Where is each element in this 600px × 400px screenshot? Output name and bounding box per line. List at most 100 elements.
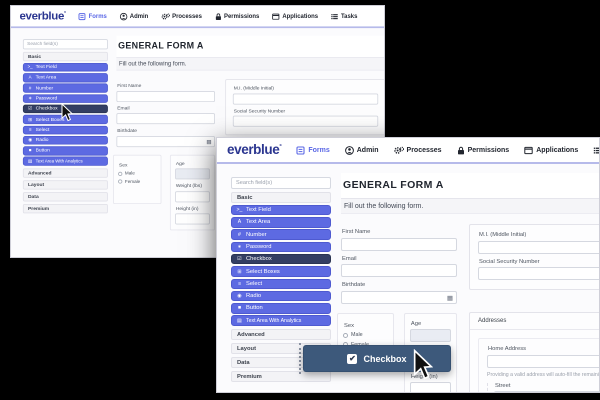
- radio-female-circle[interactable]: [118, 179, 123, 184]
- group-advanced[interactable]: Advanced: [22, 168, 108, 178]
- nav-item-processes[interactable]: Processes: [161, 12, 202, 20]
- field-button-select[interactable]: ≡ Select: [231, 278, 331, 290]
- form-column-left: First Name Email Birthdate ▦ Sex Male Fe…: [113, 79, 215, 257]
- ssn-input[interactable]: [478, 267, 599, 280]
- birthdate-label: Birthdate: [117, 128, 137, 134]
- form-title: GENERAL FORM A: [116, 35, 384, 58]
- identity-panel: M.I. (Middle Initial) Social Security Nu…: [469, 224, 599, 290]
- field-button-text-area[interactable]: A Text Area: [22, 73, 108, 83]
- first-name-input[interactable]: [341, 237, 457, 251]
- field-button-select-boxes[interactable]: ⊞ Select Boxes: [22, 115, 108, 124]
- checkbox-check-icon: ✔: [347, 353, 358, 364]
- field-button-password[interactable]: ∗ Password: [22, 94, 108, 104]
- group-advanced[interactable]: Advanced: [231, 328, 331, 340]
- birthdate-label: Birthdate: [342, 282, 366, 288]
- street-input[interactable]: [494, 391, 599, 392]
- dragged-checkbox-component[interactable]: ✔ Checkbox: [303, 345, 451, 372]
- logo-mark: °: [63, 11, 66, 17]
- field-button-text-area-analytics[interactable]: ▤ Text Area With Analytics: [22, 156, 108, 166]
- middle-initial-input[interactable]: [478, 240, 599, 254]
- nav-item-applications[interactable]: Applications: [272, 12, 318, 20]
- field-button-checkbox[interactable]: ☑ Checkbox: [22, 104, 108, 114]
- checkbox-icon: ☑: [28, 106, 33, 112]
- group-data[interactable]: Data: [22, 192, 108, 202]
- field-button-text-field[interactable]: >_ Text Field: [231, 204, 331, 216]
- address-subfields: Street Zipcode: [487, 382, 599, 392]
- birthdate-input[interactable]: ▦: [116, 135, 215, 147]
- group-basic[interactable]: Basic: [231, 192, 331, 203]
- nav-item-tasks[interactable]: Tasks: [331, 12, 357, 20]
- nav-item-permissions[interactable]: Permissions: [457, 146, 509, 155]
- group-premium[interactable]: Premium: [231, 370, 331, 382]
- radio-icon: ◉: [237, 293, 242, 300]
- field-button-select-boxes[interactable]: ⊞ Select Boxes: [231, 266, 331, 277]
- field-button-text-area[interactable]: A Text Area: [231, 217, 331, 228]
- first-name-label: First Name: [117, 83, 142, 89]
- form-subtitle: Fill out the following form.: [341, 199, 599, 214]
- middle-initial-label: M.I. (Middle Initial): [479, 232, 527, 238]
- tasks-icon: [331, 12, 339, 20]
- nav-item-tasks[interactable]: Tasks: [593, 146, 599, 155]
- calendar-icon[interactable]: ▦: [206, 139, 211, 145]
- group-layout[interactable]: Layout: [22, 180, 108, 190]
- form-title: GENERAL FORM A: [341, 173, 599, 199]
- field-button-button[interactable]: ■ Button: [22, 146, 108, 156]
- height-label: Height (in): [175, 206, 199, 212]
- nav-item-admin[interactable]: Admin: [344, 145, 379, 155]
- group-premium[interactable]: Premium: [22, 204, 108, 214]
- field-button-number[interactable]: # Number: [231, 229, 331, 240]
- birthdate-input[interactable]: ▦: [341, 290, 457, 304]
- group-basic[interactable]: Basic: [22, 51, 108, 62]
- age-weight-height-fieldset: Age Weight (lbs) Height (in): [169, 154, 215, 231]
- field-button-text-area-analytics[interactable]: ▤ Text Area With Analytics: [231, 315, 331, 326]
- logo[interactable]: everblue°: [20, 10, 67, 21]
- nav-item-forms[interactable]: Forms: [78, 12, 107, 20]
- age-input[interactable]: [174, 168, 210, 180]
- field-button-radio[interactable]: ◉ Radio: [22, 135, 108, 145]
- field-button-checkbox[interactable]: ☑ Checkbox: [231, 253, 331, 265]
- logo[interactable]: everblue°: [227, 143, 282, 157]
- nav-item-admin[interactable]: Admin: [119, 12, 148, 20]
- select-boxes-icon: ⊞: [237, 268, 242, 275]
- text-field-icon: >_: [27, 64, 33, 70]
- radio-male[interactable]: Male: [118, 171, 156, 176]
- field-button-text-field[interactable]: >_ Text Field: [22, 62, 108, 72]
- height-input[interactable]: [409, 382, 451, 392]
- height-input[interactable]: [174, 213, 210, 225]
- nav-item-applications[interactable]: Applications: [524, 146, 578, 155]
- text-area-icon: A: [28, 75, 32, 81]
- desktop-background: everblue° Forms Admin Processes Permissi…: [0, 0, 600, 400]
- field-button-button[interactable]: ■ Button: [231, 303, 331, 314]
- age-input[interactable]: [409, 329, 451, 342]
- calendar-icon[interactable]: ▦: [447, 294, 453, 302]
- ssn-input[interactable]: [232, 115, 379, 127]
- field-button-number[interactable]: # Number: [22, 83, 108, 93]
- field-button-radio[interactable]: ◉ Radio: [231, 290, 331, 302]
- processes-icon: [393, 146, 404, 155]
- radio-male[interactable]: Male: [343, 332, 388, 338]
- radio-male-circle[interactable]: [343, 332, 348, 338]
- search-input[interactable]: [22, 39, 108, 50]
- middle-initial-input[interactable]: [232, 93, 379, 105]
- radio-female[interactable]: Female: [118, 179, 156, 184]
- search-input[interactable]: [231, 177, 331, 189]
- email-input[interactable]: [116, 113, 215, 125]
- weight-label: Weight (lbs): [175, 183, 203, 189]
- admin-icon: [344, 145, 354, 155]
- nav-item-processes[interactable]: Processes: [393, 146, 442, 155]
- sex-label: Sex: [344, 322, 354, 329]
- field-button-select[interactable]: ≡ Select: [22, 125, 108, 135]
- field-button-password[interactable]: ∗ Password: [231, 241, 331, 253]
- middle-initial-label: M.I. (Middle Initial): [233, 85, 274, 91]
- nav-item-forms[interactable]: Forms: [296, 145, 330, 155]
- email-label: Email: [342, 255, 357, 262]
- nav-item-permissions[interactable]: Permissions: [215, 12, 259, 20]
- weight-input[interactable]: [174, 190, 210, 202]
- home-address-input[interactable]: [487, 354, 599, 368]
- first-name-input[interactable]: [116, 90, 215, 102]
- radio-male-circle[interactable]: [118, 171, 123, 176]
- email-input[interactable]: [341, 264, 457, 277]
- radio-icon: ◉: [28, 137, 33, 143]
- admin-icon: [119, 12, 128, 20]
- checkbox-icon: ☑: [237, 256, 242, 263]
